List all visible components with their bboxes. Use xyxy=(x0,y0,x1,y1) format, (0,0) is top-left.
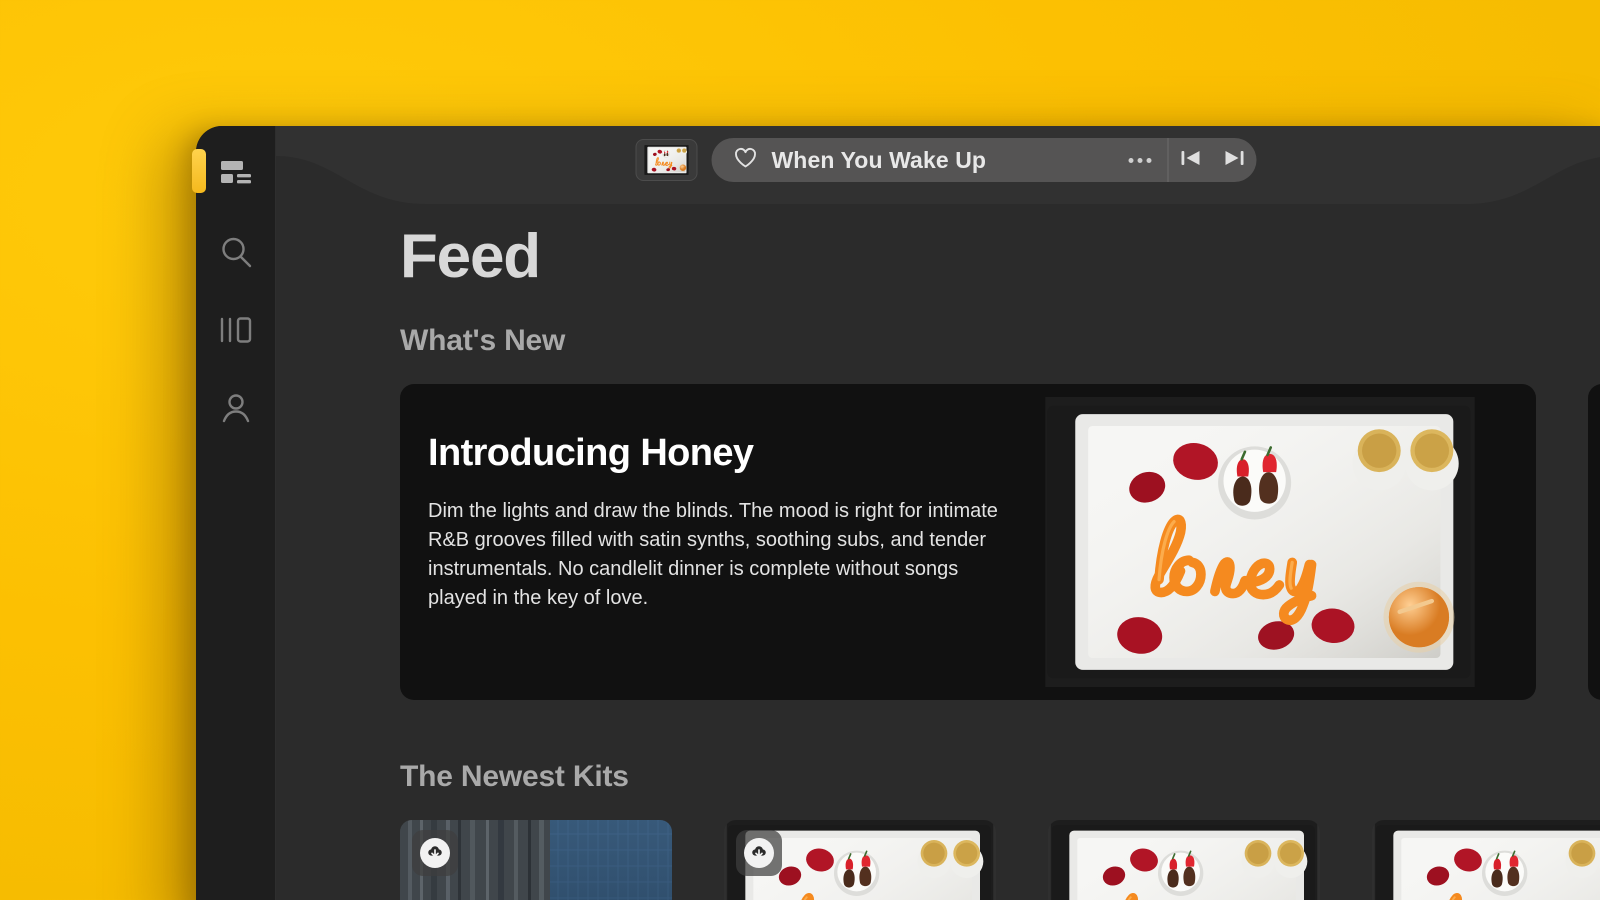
kit-artwork xyxy=(1372,820,1600,900)
player-controls: When You Wake Up xyxy=(711,138,1257,182)
kit-card[interactable] xyxy=(724,820,996,900)
feature-card-body: Dim the lights and draw the blinds. The … xyxy=(428,500,998,609)
kit-card[interactable] xyxy=(1048,820,1320,900)
application-window: When You Wake Up Feed What's New Introdu… xyxy=(196,126,1600,900)
page-title: Feed xyxy=(400,222,541,291)
heart-icon[interactable] xyxy=(734,147,758,174)
sidebar-item-profile[interactable] xyxy=(210,384,262,432)
section-title-newest-kits: The Newest Kits xyxy=(400,760,629,793)
feature-card-media xyxy=(1000,384,1520,700)
feature-card-text-2: Fri New Wha Drag disc for e xyxy=(1588,384,1600,700)
more-options-button[interactable] xyxy=(1112,138,1168,182)
feed-layout-icon xyxy=(220,161,251,187)
track-info[interactable]: When You Wake Up xyxy=(712,138,1112,182)
sidebar-item-library[interactable] xyxy=(210,306,262,354)
download-badge[interactable] xyxy=(412,830,458,876)
download-badge[interactable] xyxy=(736,830,782,876)
previous-track-icon xyxy=(1180,148,1202,173)
previous-track-button[interactable] xyxy=(1169,138,1213,182)
sidebar-nav xyxy=(196,126,276,900)
now-playing-thumbnail[interactable] xyxy=(635,139,698,181)
feed-content[interactable]: Feed What's New Introducing Honey Dim th… xyxy=(276,204,1600,900)
kit-card[interactable] xyxy=(1372,820,1600,900)
feature-card-heading: Introducing Honey xyxy=(428,432,754,474)
honey-tray-image xyxy=(1030,397,1490,687)
sidebar-item-feed[interactable] xyxy=(210,150,262,198)
person-icon xyxy=(220,392,252,424)
feature-card-text: Introducing Honey Dim the lights and dra… xyxy=(400,384,1000,700)
kit-artwork xyxy=(1048,820,1320,900)
next-track-icon xyxy=(1224,148,1246,173)
next-track-button[interactable] xyxy=(1213,138,1257,182)
library-columns-icon xyxy=(219,315,253,345)
kit-card[interactable] xyxy=(400,820,672,900)
whats-new-row: Introducing Honey Dim the lights and dra… xyxy=(400,384,1600,700)
newest-kits-section: The Newest Kits xyxy=(400,760,1600,900)
track-title: When You Wake Up xyxy=(771,146,987,173)
now-playing-bar: When You Wake Up xyxy=(635,138,1257,182)
download-icon xyxy=(420,838,450,868)
window-titlebar: When You Wake Up xyxy=(276,126,1600,204)
sidebar-item-search[interactable] xyxy=(210,228,262,276)
ellipsis-icon xyxy=(1128,157,1151,163)
kit-row xyxy=(400,820,1600,900)
search-icon xyxy=(218,234,254,270)
window-tab-indicator[interactable] xyxy=(192,149,206,193)
download-icon xyxy=(744,838,774,868)
feature-card-honey[interactable]: Introducing Honey Dim the lights and dra… xyxy=(400,384,1536,700)
main-area: When You Wake Up Feed What's New Introdu… xyxy=(276,126,1600,900)
feature-card-friday[interactable]: Fri New Wha Drag disc for e xyxy=(1588,384,1600,700)
now-playing-artwork xyxy=(644,145,690,175)
section-title-whats-new: What's New xyxy=(400,324,566,357)
